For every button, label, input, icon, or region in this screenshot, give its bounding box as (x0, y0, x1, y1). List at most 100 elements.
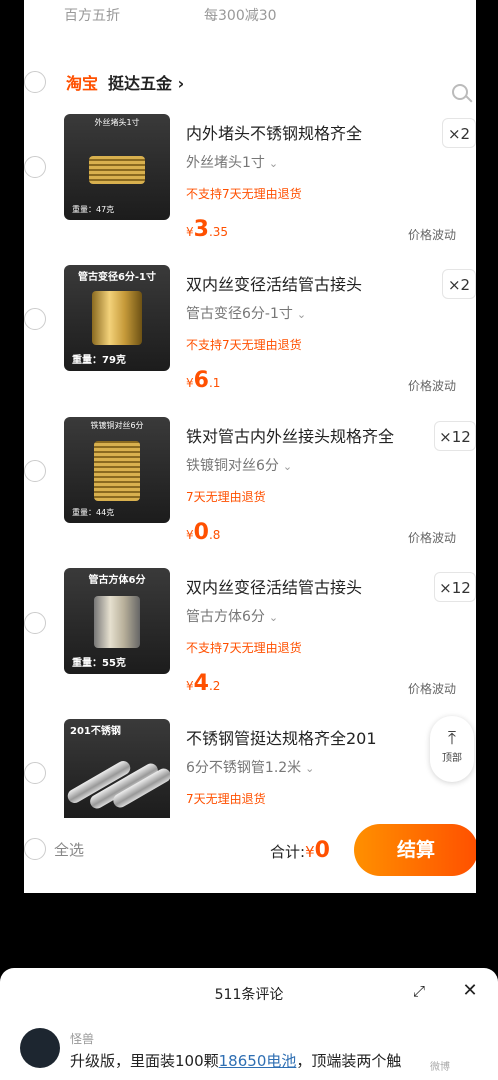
price-decimal: .8 (208, 528, 221, 542)
return-policy: 7天无理由退货 (186, 490, 266, 504)
store-select-radio[interactable] (24, 71, 46, 93)
cart-item[interactable]: 铁镀铜对丝6分 重量：44克 铁对管古内外丝接头规格齐全 铁镀铜对丝6分 ⌄ 7天… (24, 417, 476, 569)
quantity-box[interactable]: ×2 (442, 118, 476, 148)
price-fluctuation[interactable]: 价格波动 (408, 680, 456, 697)
comment-link[interactable]: 18650电池 (219, 1052, 297, 1070)
cart-item[interactable]: 管古方体6分 重量：55克 双内丝变径活结管古接头 管古方体6分 ⌄ 不支持7天无… (24, 568, 476, 720)
checkout-button[interactable]: 结算 (354, 824, 476, 876)
spec-label: 铁镀铜对丝6分 (186, 458, 279, 474)
comment-username[interactable]: 怪兽 (70, 1030, 94, 1047)
total-price: 合计:¥0 (270, 838, 330, 863)
item-select-radio[interactable] (24, 460, 46, 482)
comment-text: 升级版，里面装100颗18650电池，顶端装两个触 (70, 1050, 401, 1071)
cart-item[interactable]: 管古变径6分-1寸 重量：79克 双内丝变径活结管古接头 管古变径6分-1寸 ⌄ … (24, 265, 476, 417)
chevron-down-icon: ⌄ (268, 157, 279, 170)
product-title[interactable]: 内外堵头不锈钢规格齐全 (186, 120, 362, 144)
fitting-image (89, 156, 145, 184)
watermark: 微博 (430, 1062, 450, 1073)
product-title[interactable]: 双内丝变径活结管古接头 (186, 271, 362, 295)
price-integer: 6 (193, 368, 209, 393)
quantity-box[interactable]: ×12 (434, 572, 476, 602)
expand-icon[interactable]: ⤢ (408, 982, 430, 1004)
product-spec[interactable]: 管古变径6分-1寸 ⌄ (186, 303, 306, 323)
arrow-up-icon: ⤒ (448, 728, 456, 749)
fitting-image (94, 441, 140, 501)
thumb-caption: 外丝堵头1寸 (94, 118, 140, 127)
price-decimal: .2 (208, 679, 221, 693)
product-thumbnail[interactable]: 外丝堵头1寸 重量：47克 (64, 114, 170, 220)
spec-label: 6分不锈钢管1.2米 (186, 760, 302, 776)
product-spec[interactable]: 铁镀铜对丝6分 ⌄ (186, 455, 292, 475)
avatar[interactable] (20, 1028, 60, 1068)
chevron-down-icon: ⌄ (282, 460, 293, 473)
product-title[interactable]: 不锈钢管挺达规格齐全201 (186, 725, 377, 749)
quantity-box[interactable]: ×2 (442, 269, 476, 299)
search-icon[interactable] (452, 84, 468, 100)
product-thumbnail[interactable]: 管古变径6分-1寸 重量：79克 (64, 265, 170, 371)
price-fluctuation[interactable]: 价格波动 (408, 377, 456, 394)
total-currency: ¥ (305, 843, 315, 861)
currency: ¥ (186, 679, 194, 693)
top-partial-right: 每300减30 (204, 8, 277, 24)
product-price: ¥3.35 (186, 217, 228, 242)
cart-item[interactable]: 201不锈钢 不锈钢管挺达规格齐全201 6分不锈钢管1.2米 ⌄ 7天无理由退货 (24, 719, 476, 819)
spec-label: 管古变径6分-1寸 (186, 306, 293, 322)
thumb-weight: 重量：47克 (72, 205, 115, 214)
return-policy: 7天无理由退货 (186, 792, 266, 806)
store-name[interactable]: 挺达五金 › (108, 70, 184, 94)
product-price: ¥0.8 (186, 520, 220, 545)
select-all-radio[interactable] (24, 838, 46, 860)
total-amount: 0 (314, 838, 330, 863)
item-select-radio[interactable] (24, 612, 46, 634)
price-decimal: .1 (208, 376, 221, 390)
item-select-radio[interactable] (24, 156, 46, 178)
thumb-caption: 201不锈钢 (70, 726, 121, 737)
return-policy: 不支持7天无理由退货 (186, 338, 302, 352)
currency: ¥ (186, 528, 194, 542)
fitting-image (92, 291, 142, 345)
spec-label: 外丝堵头1寸 (186, 155, 265, 171)
return-policy: 不支持7天无理由退货 (186, 641, 302, 655)
product-thumbnail[interactable]: 201不锈钢 (64, 719, 170, 819)
close-icon[interactable]: ✕ (458, 980, 482, 1004)
comment-text-after: ，顶端装两个触 (296, 1052, 402, 1070)
thumb-weight: 重量：55克 (72, 658, 126, 669)
product-spec[interactable]: 外丝堵头1寸 ⌄ (186, 152, 278, 172)
chevron-down-icon: ⌄ (296, 308, 307, 321)
price-decimal: .35 (208, 225, 229, 239)
thumb-caption: 管古方体6分 (88, 575, 146, 586)
product-thumbnail[interactable]: 管古方体6分 重量：55克 (64, 568, 170, 674)
chevron-down-icon: ⌄ (305, 762, 315, 775)
spec-label: 管古方体6分 (186, 609, 265, 625)
product-title[interactable]: 铁对管古内外丝接头规格齐全 (186, 423, 394, 447)
product-price: ¥6.1 (186, 368, 220, 393)
back-to-top-button[interactable]: ⤒ 顶部 (430, 716, 474, 782)
currency: ¥ (186, 376, 194, 390)
back-to-top-label: 顶部 (442, 753, 462, 764)
price-integer: 3 (193, 217, 209, 242)
product-title[interactable]: 双内丝变径活结管古接头 (186, 574, 362, 598)
product-spec[interactable]: 6分不锈钢管1.2米 ⌄ (186, 757, 314, 777)
price-integer: 0 (193, 520, 209, 545)
thumb-weight: 重量：44克 (72, 508, 115, 517)
store-header[interactable]: 淘宝 挺达五金 › (24, 62, 476, 98)
top-partial-left: 百方五折 (64, 8, 120, 24)
cart-item[interactable]: 外丝堵头1寸 重量：47克 内外堵头不锈钢规格齐全 外丝堵头1寸 ⌄ 不支持7天无… (24, 114, 476, 266)
thumb-caption: 管古变径6分-1寸 (77, 272, 157, 283)
comment-text-before: 升级版，里面装100颗 (70, 1052, 219, 1070)
thumb-weight: 重量：79克 (72, 355, 126, 366)
item-select-radio[interactable] (24, 308, 46, 330)
item-select-radio[interactable] (24, 762, 46, 784)
product-thumbnail[interactable]: 铁镀铜对丝6分 重量：44克 (64, 417, 170, 523)
price-fluctuation[interactable]: 价格波动 (408, 529, 456, 546)
select-all-label[interactable]: 全选 (54, 839, 84, 860)
currency: ¥ (186, 225, 194, 239)
quantity-box[interactable]: ×12 (434, 421, 476, 451)
product-spec[interactable]: 管古方体6分 ⌄ (186, 606, 278, 626)
product-price: ¥4.2 (186, 671, 220, 696)
comments-sheet: 511条评论 ⤢ ✕ 怪兽 升级版，里面装100颗18650电池，顶端装两个触 (0, 968, 498, 1080)
price-fluctuation[interactable]: 价格波动 (408, 226, 456, 243)
fitting-image (94, 596, 140, 648)
price-integer: 4 (193, 671, 209, 696)
top-partial-bar: 百方五折 每300减30 (24, 0, 476, 30)
